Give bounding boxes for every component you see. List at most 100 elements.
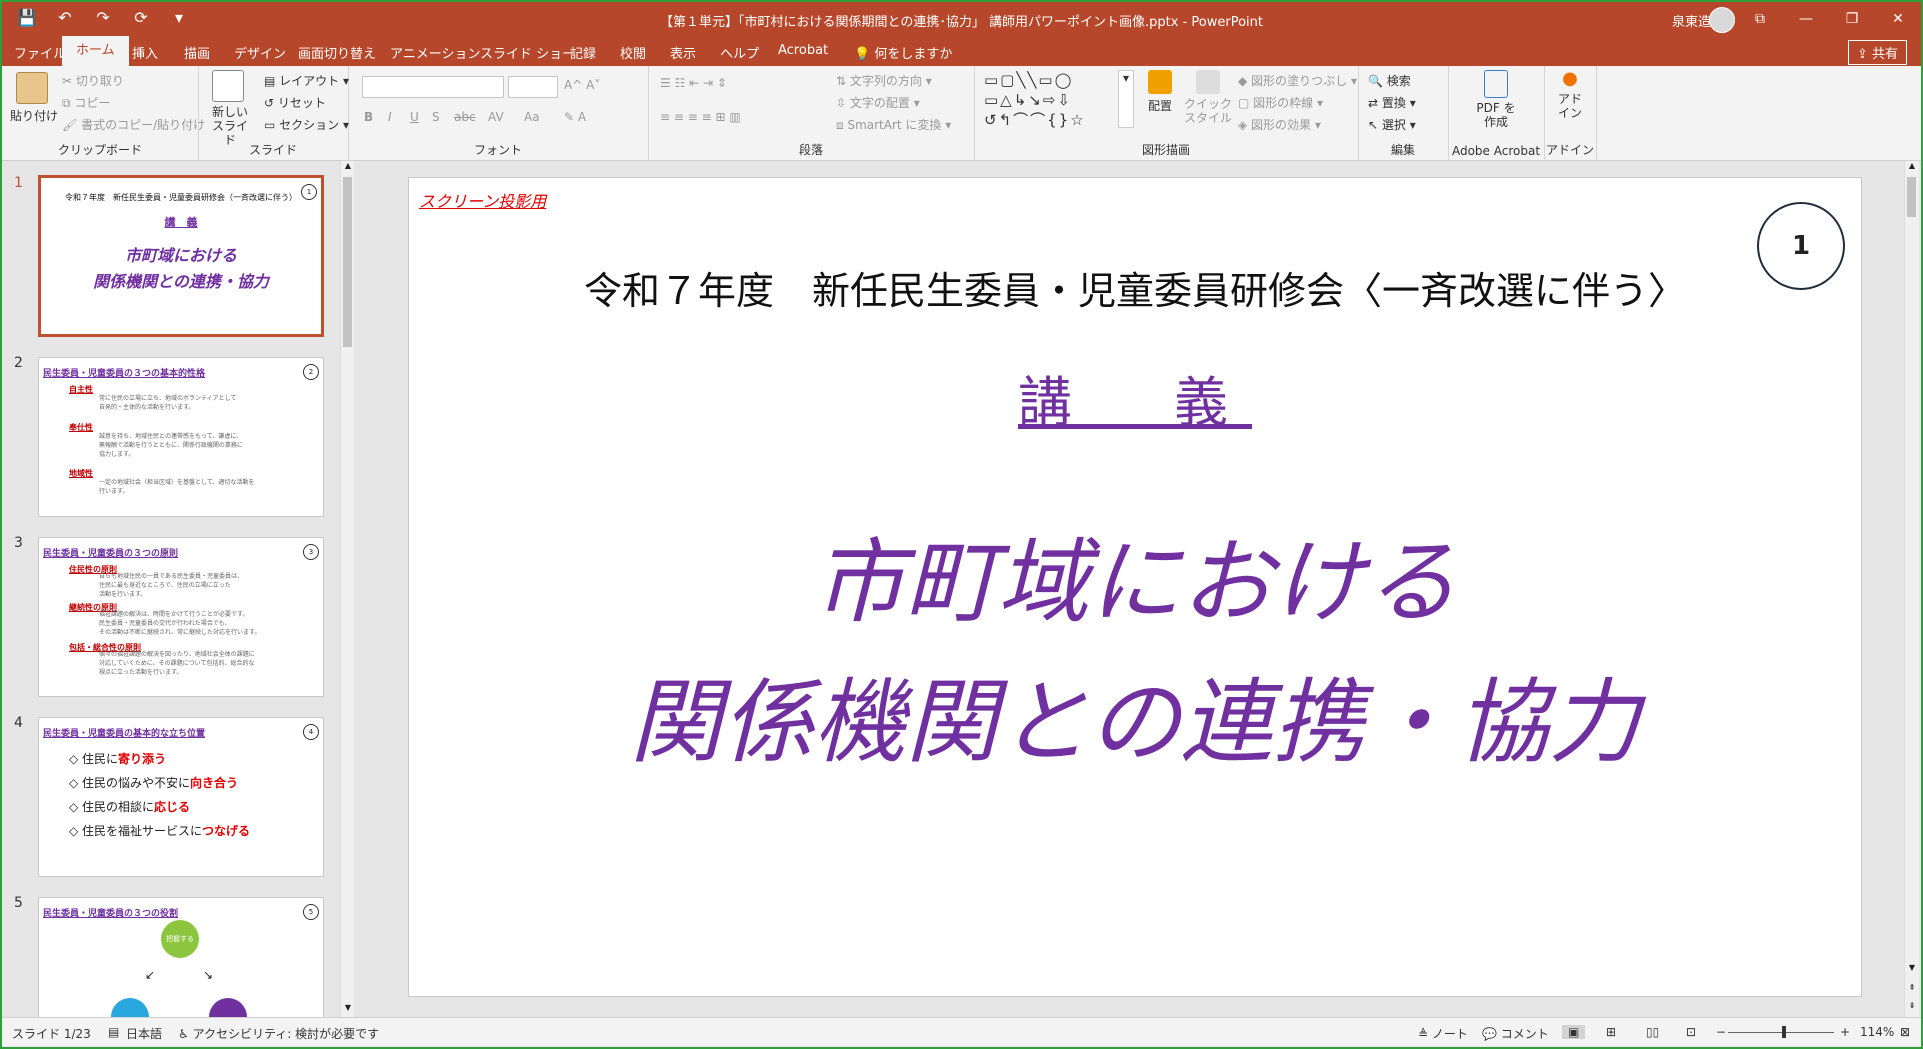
tab-insert[interactable]: 挿入: [132, 43, 158, 62]
restore-icon[interactable]: ❐: [1829, 2, 1875, 36]
shape-effects-button[interactable]: ◈ 図形の効果 ▾: [1238, 116, 1321, 133]
previous-slide-icon[interactable]: ⇞: [1905, 983, 1919, 997]
thumb-item-label: 地域性: [69, 469, 93, 478]
next-slide-icon[interactable]: ⇟: [1905, 1001, 1919, 1015]
tab-review[interactable]: 校閲: [620, 43, 646, 62]
user-name[interactable]: 泉東造: [1672, 11, 1711, 30]
arrange-button[interactable]: 配置: [1140, 70, 1180, 114]
tab-slideshow[interactable]: スライド ショー: [480, 43, 575, 62]
slideshow-view-icon[interactable]: ⊡: [1686, 1025, 1696, 1039]
underline-button[interactable]: U: [410, 110, 419, 124]
thumbnail-slide-1[interactable]: 令和７年度 新任民生委員・児童委員研修会（一斉改選に伴う） 1 講 義 市町域に…: [38, 175, 324, 337]
tab-record[interactable]: 記録: [570, 43, 596, 62]
font-color-icon[interactable]: ✎ A: [564, 110, 586, 124]
ribbon-display-icon[interactable]: ⧉: [1737, 2, 1783, 36]
addin-button[interactable]: ● アド イン: [1554, 70, 1586, 121]
zoom-out-icon[interactable]: −: [1716, 1025, 1726, 1039]
spelling-icon[interactable]: ▤: [108, 1025, 119, 1039]
shapes-gallery[interactable]: ▭▢╲╲▭◯ ▭△↳↘⇨⇩ ↺↰⌒⌒{}☆: [984, 70, 1114, 130]
bold-button[interactable]: B: [364, 110, 373, 124]
cut-button[interactable]: ✂ 切り取り: [62, 72, 124, 89]
thumbnail-slide-5[interactable]: 民生委員・児童委員の３つの役割 5 把握する ↙ ↘: [38, 897, 324, 1018]
tab-home[interactable]: ホーム: [62, 36, 129, 66]
projection-note[interactable]: スクリーン投影用: [419, 188, 546, 212]
tab-view[interactable]: 表示: [670, 43, 696, 62]
tab-file[interactable]: ファイル: [14, 43, 66, 62]
zoom-in-icon[interactable]: +: [1840, 1025, 1850, 1039]
main-heading-line2[interactable]: 関係機関との連携・協力: [409, 648, 1861, 781]
section-button[interactable]: ▭ セクション ▾: [264, 116, 349, 133]
paste-icon: [16, 72, 48, 104]
new-slide-button[interactable]: 新しい スライド: [208, 70, 248, 147]
bullets-icon[interactable]: ☰ ☷ ⇤ ⇥ ⇕: [660, 76, 727, 90]
scroll-down-icon[interactable]: ▼: [1905, 963, 1919, 977]
format-painter-button[interactable]: 🖌 書式のコピー/貼り付け: [62, 116, 205, 133]
zoom-slider[interactable]: [1728, 1032, 1834, 1033]
thumbnail-slide-3[interactable]: 民生委員・児童委員の３つの原則 3 住民性の原則 自らも地域住民の一員である民生…: [38, 537, 324, 697]
find-button[interactable]: 🔍 検索: [1368, 72, 1411, 89]
zoom-level[interactable]: 114%: [1860, 1025, 1894, 1039]
slide-counter[interactable]: スライド 1/23: [12, 1025, 91, 1042]
italic-button[interactable]: I: [388, 110, 392, 124]
tab-acrobat[interactable]: Acrobat: [778, 43, 828, 58]
fit-to-window-icon[interactable]: ⊠: [1900, 1025, 1910, 1039]
notes-button[interactable]: ≜ ノート: [1418, 1025, 1468, 1042]
group-acrobat: PDF を作成 Adobe Acrobat: [1448, 66, 1545, 160]
share-label: 共有: [1871, 47, 1898, 62]
spacing-button[interactable]: AV: [488, 110, 504, 124]
close-icon[interactable]: ✕: [1875, 2, 1921, 36]
minimize-icon[interactable]: —: [1783, 2, 1829, 36]
shadow-button[interactable]: S: [432, 110, 440, 124]
scroll-thumb[interactable]: [1907, 177, 1916, 217]
avatar[interactable]: [1709, 7, 1735, 33]
thumbnail-slide-4[interactable]: 民生委員・児童委員の基本的な立ち位置 4 ◇ 住民に寄り添う ◇ 住民の悩みや不…: [38, 717, 324, 877]
scroll-down-icon[interactable]: ▼: [341, 1003, 355, 1017]
reading-view-icon[interactable]: ▯▯: [1646, 1025, 1659, 1039]
create-pdf-button[interactable]: PDF を作成: [1476, 70, 1516, 129]
share-button[interactable]: ⇪ 共有: [1847, 40, 1907, 65]
lecture-heading[interactable]: 講 義: [409, 358, 1861, 437]
slide-scrollbar[interactable]: ▲ ▼ ⇞ ⇟: [1904, 161, 1919, 1017]
select-button[interactable]: ↖ 選択 ▾: [1368, 116, 1416, 133]
accessibility-status[interactable]: ♿ アクセシビリティ: 検討が必要です: [178, 1025, 379, 1042]
text-direction-button[interactable]: ⇅ 文字列の方向 ▾: [836, 72, 932, 89]
align-icons[interactable]: ≡ ≡ ≡ ≡ ⊞ ▥: [660, 110, 741, 124]
thumbnail-slide-2[interactable]: 民生委員・児童委員の３つの基本的性格 2 自主性 常に住民の立場に立ち、地域のボ…: [38, 357, 324, 517]
normal-view-icon[interactable]: ▣: [1562, 1025, 1586, 1039]
replace-button[interactable]: ⇄ 置換 ▾: [1368, 94, 1416, 111]
font-size-combo[interactable]: [508, 76, 558, 98]
current-slide[interactable]: スクリーン投影用 1 令和７年度 新任民生委員・児童委員研修会〈一斉改選に伴う〉…: [408, 177, 1862, 997]
comments-button[interactable]: 💬 コメント: [1482, 1025, 1549, 1042]
new-slide-icon: [212, 70, 244, 102]
scroll-thumb[interactable]: [343, 177, 352, 347]
thumbnail-scrollbar[interactable]: ▲ ▼: [340, 161, 355, 1017]
grow-font-icon[interactable]: A^ A˅: [564, 78, 600, 92]
paste-button[interactable]: 貼り付け: [10, 72, 58, 124]
layout-button[interactable]: ▤ レイアウト ▾: [264, 72, 349, 89]
smartart-button[interactable]: ⧈ SmartArt に変換 ▾: [836, 116, 951, 133]
copy-button[interactable]: ⧉ コピー: [62, 94, 110, 111]
tab-draw[interactable]: 描画: [184, 43, 210, 62]
scroll-up-icon[interactable]: ▲: [1905, 161, 1919, 175]
tab-design[interactable]: デザイン: [234, 43, 286, 62]
shape-outline-button[interactable]: ▢ 図形の枠線 ▾: [1238, 94, 1323, 111]
strikethrough-button[interactable]: abc: [454, 110, 476, 124]
slide-sorter-icon[interactable]: ⊞: [1606, 1025, 1616, 1039]
zoom-slider-thumb[interactable]: [1782, 1026, 1786, 1038]
thumb-arrow-icon: ↘: [203, 968, 214, 982]
language-indicator[interactable]: 日本語: [126, 1025, 162, 1042]
tab-animations[interactable]: アニメーション: [390, 43, 480, 62]
tell-me-search[interactable]: 💡 何をしますか: [854, 43, 952, 62]
quick-styles-button[interactable]: クイック スタイル: [1184, 70, 1232, 125]
slide-title[interactable]: 令和７年度 新任民生委員・児童委員研修会〈一斉改選に伴う〉: [409, 260, 1861, 315]
change-case-button[interactable]: Aa: [524, 110, 540, 124]
scroll-up-icon[interactable]: ▲: [341, 161, 355, 175]
main-heading-line1[interactable]: 市町域における: [409, 508, 1861, 641]
align-text-button[interactable]: ⇳ 文字の配置 ▾: [836, 94, 920, 111]
shapes-more-icon[interactable]: ▾: [1118, 70, 1134, 128]
reset-button[interactable]: ↺ リセット: [264, 94, 326, 111]
tab-transitions[interactable]: 画面切り替え: [298, 43, 376, 62]
tab-help[interactable]: ヘルプ: [720, 43, 759, 62]
shape-fill-button[interactable]: ◆ 図形の塗りつぶし ▾: [1238, 72, 1357, 89]
font-name-combo[interactable]: [362, 76, 504, 98]
